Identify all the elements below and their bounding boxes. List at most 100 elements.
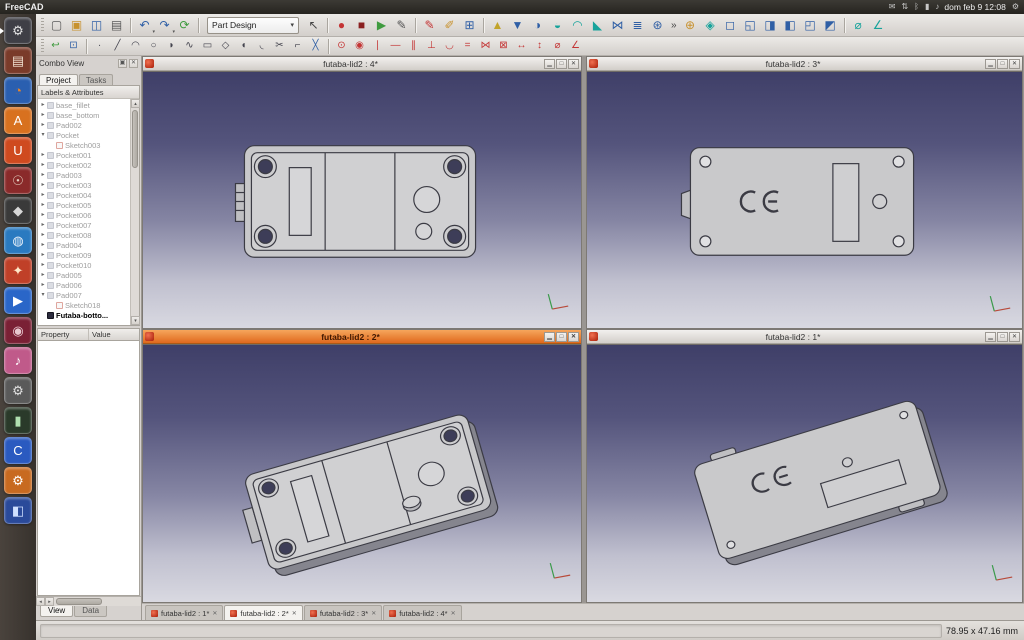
tree-item[interactable]: ▸Pad003 — [38, 170, 130, 180]
tree-item[interactable]: ▸Pocket005 — [38, 200, 130, 210]
tree-item[interactable]: ▸Pocket008 — [38, 230, 130, 240]
fillet-sketch-icon[interactable]: ◟ — [253, 39, 270, 54]
arc-icon[interactable]: ◠ — [127, 39, 144, 54]
tree-item[interactable]: ▸Pocket001 — [38, 150, 130, 160]
tree-item[interactable]: Futaba-botto... — [38, 310, 130, 320]
tree-item[interactable]: ▾Pad007 — [38, 290, 130, 300]
close-tab-icon[interactable]: ✕ — [371, 610, 376, 617]
conic-icon[interactable]: ◗ — [163, 39, 180, 54]
scrollbar-thumb[interactable] — [132, 110, 138, 168]
launcher-gimp[interactable]: ☉ — [4, 167, 32, 194]
collapse-arrow-icon[interactable]: ▾ — [39, 292, 47, 298]
expand-arrow-icon[interactable]: ▸ — [39, 202, 47, 208]
rectangle-icon[interactable]: ▭ — [199, 39, 216, 54]
scroll-left-icon[interactable]: ◂ — [36, 597, 45, 606]
mdi-window[interactable]: futaba-lid2 : 1* ▁ □ ✕ — [586, 329, 1023, 603]
constraint-horizontal-icon[interactable]: ― — [387, 39, 404, 54]
scrollbar-thumb[interactable] — [56, 598, 102, 605]
left-view-icon[interactable]: ◩ — [821, 16, 840, 34]
minimize-window-icon[interactable]: ▁ — [985, 59, 996, 69]
launcher-app-blue-disc[interactable]: ◍ — [4, 227, 32, 254]
expand-arrow-icon[interactable]: ▸ — [39, 172, 47, 178]
slot-icon[interactable]: ◖ — [235, 39, 252, 54]
trim-icon[interactable]: ✂ — [271, 39, 288, 54]
expand-arrow-icon[interactable]: ▸ — [39, 152, 47, 158]
axonometric-view-icon[interactable]: ◈ — [701, 16, 720, 34]
tree-item[interactable]: ▸Pocket004 — [38, 190, 130, 200]
create-sketch-icon[interactable]: ✎ — [420, 16, 439, 34]
circle-icon[interactable]: ○ — [145, 39, 162, 54]
map-sketch-icon[interactable]: ⊞ — [460, 16, 479, 34]
mirrored-icon[interactable]: ⋈ — [608, 16, 627, 34]
point-icon[interactable]: ∙ — [91, 39, 108, 54]
document-tab[interactable]: futaba-lid2 : 3*✕ — [304, 605, 382, 620]
constraint-equal-icon[interactable]: = — [459, 39, 476, 54]
workbench-selector[interactable]: Part Design▾ — [207, 17, 299, 34]
tree-item[interactable]: ▸Pocket002 — [38, 160, 130, 170]
tab-tasks[interactable]: Tasks — [79, 74, 113, 85]
launcher-media-player[interactable]: ▶ — [4, 287, 32, 314]
launcher-app-gear-gray[interactable]: ⚙ — [4, 377, 32, 404]
maximize-window-icon[interactable]: □ — [997, 332, 1008, 342]
constraint-radius-icon[interactable]: ⌀ — [549, 39, 566, 54]
window-titlebar[interactable]: futaba-lid2 : 1* ▁ □ ✕ — [587, 330, 1022, 344]
select-arrow-icon[interactable]: ↖ — [304, 16, 323, 34]
external-geometry-icon[interactable]: ⌐ — [289, 39, 306, 54]
constraint-tangent-icon[interactable]: ◡ — [441, 39, 458, 54]
mdi-window[interactable]: futaba-lid2 : 2* ▁ □ ✕ — [142, 329, 582, 603]
construction-mode-icon[interactable]: ╳ — [307, 39, 324, 54]
refresh-icon[interactable]: ⟳ — [175, 16, 194, 34]
open-document-icon[interactable]: ▣ — [67, 16, 86, 34]
maximize-window-icon[interactable]: □ — [997, 59, 1008, 69]
launcher-ubuntu-one[interactable]: U — [4, 137, 32, 164]
polar-pattern-icon[interactable]: ⊛ — [648, 16, 667, 34]
minimize-window-icon[interactable]: ▁ — [985, 332, 996, 342]
expand-arrow-icon[interactable]: ▸ — [39, 232, 47, 238]
expand-arrow-icon[interactable]: ▸ — [39, 182, 47, 188]
tree-item[interactable]: ▸Pocket006 — [38, 210, 130, 220]
launcher-app-orange-star[interactable]: ✦ — [4, 257, 32, 284]
polyline-icon[interactable]: ∿ — [181, 39, 198, 54]
close-panel-icon[interactable]: ✕ — [129, 59, 138, 68]
expand-arrow-icon[interactable]: ▸ — [39, 192, 47, 198]
close-tab-icon[interactable]: ✕ — [292, 610, 297, 617]
new-document-icon[interactable]: ▢ — [47, 16, 66, 34]
window-titlebar[interactable]: futaba-lid2 : 2* ▁ □ ✕ — [143, 330, 581, 344]
battery-indicator-icon[interactable]: ▮ — [925, 0, 929, 14]
close-tab-icon[interactable]: ✕ — [451, 610, 456, 617]
float-panel-icon[interactable]: ▣ — [118, 59, 127, 68]
clock[interactable]: dom feb 9 12:08 — [944, 2, 1005, 12]
tree-item[interactable]: ▸Pocket010 — [38, 260, 130, 270]
launcher-workspace-cube[interactable]: ◧ — [4, 497, 32, 524]
window-titlebar[interactable]: futaba-lid2 : 4* ▁ □ ✕ — [143, 57, 581, 71]
right-view-icon[interactable]: ◨ — [761, 16, 780, 34]
launcher-app-dark-red[interactable]: ◉ — [4, 317, 32, 344]
expand-arrow-icon[interactable]: ▸ — [39, 102, 47, 108]
launcher-inkscape[interactable]: ◆ — [4, 197, 32, 224]
macro-record-icon[interactable]: ● — [332, 16, 351, 34]
leave-sketch-icon[interactable]: ↩ — [47, 39, 64, 54]
expand-arrow-icon[interactable]: ▸ — [39, 242, 47, 248]
fit-all-icon[interactable]: ⊕ — [681, 16, 700, 34]
maximize-window-icon[interactable]: □ — [556, 59, 567, 69]
expand-arrow-icon[interactable]: ▸ — [39, 252, 47, 258]
launcher-terminal[interactable]: ▮ — [4, 407, 32, 434]
constraint-angle-icon[interactable]: ∠ — [567, 39, 584, 54]
expand-arrow-icon[interactable]: ▸ — [39, 212, 47, 218]
revolution-icon[interactable]: ◑ — [528, 16, 547, 34]
tab-data[interactable]: Data — [74, 606, 107, 617]
launcher-chromium[interactable]: C — [4, 437, 32, 464]
mdi-window[interactable]: futaba-lid2 : 3* ▁ □ ✕ — [586, 56, 1023, 329]
launcher-software-center[interactable]: A — [4, 107, 32, 134]
close-tab-icon[interactable]: ✕ — [212, 610, 217, 617]
toolbar-drag-handle[interactable] — [41, 18, 44, 33]
document-tab[interactable]: futaba-lid2 : 1*✕ — [145, 605, 223, 620]
expand-arrow-icon[interactable]: ▸ — [39, 222, 47, 228]
scroll-right-icon[interactable]: ▸ — [45, 597, 54, 606]
polygon-icon[interactable]: ◇ — [217, 39, 234, 54]
view-sketch-icon[interactable]: ⊡ — [65, 39, 82, 54]
launcher-files[interactable]: ▤ — [4, 47, 32, 74]
window-titlebar[interactable]: futaba-lid2 : 3* ▁ □ ✕ — [587, 57, 1022, 71]
viewport-3d[interactable] — [143, 344, 581, 602]
sync-indicator-icon[interactable]: ⇅ — [901, 0, 908, 14]
